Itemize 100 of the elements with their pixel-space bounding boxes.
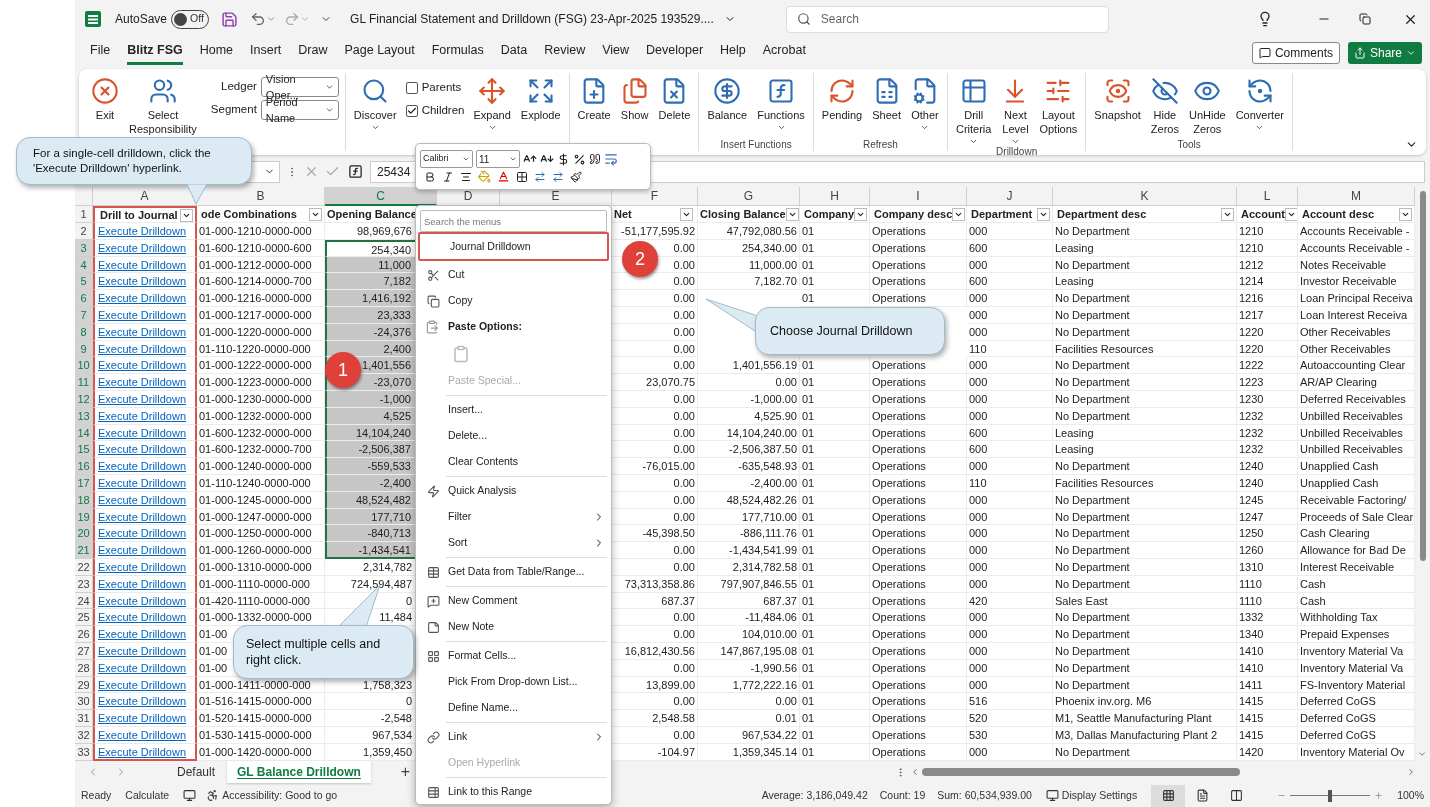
table-cell: 1232 xyxy=(1237,424,1298,442)
table-cell: 1110 xyxy=(1237,575,1298,593)
column-header: Drill to Journal xyxy=(99,208,178,222)
table-cell: 000 xyxy=(967,323,1053,341)
table-cell: 14,104,240.00 xyxy=(698,424,800,442)
table-cell: 1223 xyxy=(1237,374,1298,391)
table-cell: 600 xyxy=(967,273,1053,291)
table-cell: 000 xyxy=(967,458,1053,475)
checkbox-label: Parents xyxy=(421,80,462,95)
table-cell: 01 xyxy=(800,626,870,643)
table-cell: -1,000.00 xyxy=(698,390,800,408)
table-cell: Operations xyxy=(870,508,967,526)
row-number: 2 xyxy=(75,223,93,240)
table-cell: 600 xyxy=(967,424,1053,442)
table-cell: 110 xyxy=(967,340,1053,358)
table-cell: 000 xyxy=(967,307,1053,324)
table-cell: Operations xyxy=(870,407,967,425)
table-cell: No Department xyxy=(1053,256,1237,274)
table-cell: No Department xyxy=(1053,323,1237,341)
table-cell: Operations xyxy=(870,390,967,408)
group-label: Tools xyxy=(1176,139,1202,151)
table-cell: Operations xyxy=(870,575,967,593)
table-cell: 000 xyxy=(967,558,1053,576)
row-number: 26 xyxy=(75,626,93,643)
table-cell: 797,907,846.55 xyxy=(698,575,800,593)
table-cell: -1,990.56 xyxy=(698,659,800,677)
table-cell: 1410 xyxy=(1237,659,1298,677)
table-cell: 01 xyxy=(800,542,870,559)
table-cell: 1222 xyxy=(1237,357,1298,375)
table-cell: Leasing xyxy=(1053,273,1237,291)
table-cell: 000 xyxy=(967,390,1053,408)
table-cell: 000 xyxy=(967,357,1053,375)
table-cell: 01 xyxy=(800,575,870,593)
window-title: GL Financial Statement and Drilldown (FSG) 23-Apr-2025 193529.... xyxy=(350,11,714,28)
table-cell: Operations xyxy=(870,642,967,660)
table-cell: 01-000-1210-0000-000 xyxy=(197,223,325,240)
table-cell: 1232 xyxy=(1237,441,1298,459)
menu-heading: Paste Options: xyxy=(448,319,523,335)
table-cell: No Department xyxy=(1053,290,1237,307)
table-cell: Operations xyxy=(870,441,967,459)
table-cell: 520 xyxy=(967,710,1053,727)
table-cell: 600 xyxy=(967,239,1053,257)
table-cell: 1410 xyxy=(1237,642,1298,660)
table-cell: 000 xyxy=(967,223,1053,240)
table-cell: 01 xyxy=(800,441,870,459)
table-cell: 01 xyxy=(800,407,870,425)
callout-tooltip: For a single-cell drilldown, click the 'Execute Drilldown' hyperlink. xyxy=(16,137,252,185)
zoom-reading: 100% xyxy=(1397,787,1424,803)
table-cell: 01 xyxy=(800,558,870,576)
table-cell: 147,867,195.08 xyxy=(698,642,800,660)
table-cell: 000 xyxy=(967,609,1053,627)
table-cell: 01 xyxy=(800,525,870,543)
table-cell: Operations xyxy=(870,491,967,509)
table-cell: No Department xyxy=(1053,659,1237,677)
table-cell: 01 xyxy=(800,659,870,677)
table-cell: 1,401,556.19 xyxy=(698,357,800,375)
table-cell: 000 xyxy=(967,256,1053,274)
table-cell: Operations xyxy=(870,424,967,442)
table-cell: 1240 xyxy=(1237,458,1298,475)
table-cell: Operations xyxy=(870,659,967,677)
table-cell: 1260 xyxy=(1237,542,1298,559)
group-label: Refresh xyxy=(861,139,899,151)
table-cell: 1110 xyxy=(1237,592,1298,610)
table-cell: Operations xyxy=(870,474,967,492)
field-label: Segment xyxy=(209,102,257,118)
table-cell: No Department xyxy=(1053,357,1237,375)
table-cell: 4,525.90 xyxy=(698,407,800,425)
table-cell: Phoenix inv.org. M6 xyxy=(1053,693,1237,711)
table-cell: 000 xyxy=(967,676,1053,694)
status-text: Calculate xyxy=(125,787,170,803)
table-cell: No Department xyxy=(1053,642,1237,660)
column-header: Opening Balance xyxy=(326,206,417,222)
row-number: 1 xyxy=(75,206,93,223)
table-cell: M1, Seattle Manufacturing Plant xyxy=(1053,710,1237,727)
table-cell: Operations xyxy=(870,626,967,643)
table-cell: Operations xyxy=(870,558,967,576)
table-cell: 01 xyxy=(800,223,870,240)
table-cell: Leasing xyxy=(1053,441,1237,459)
table-cell: 01-000-1420-0000-000 xyxy=(197,743,325,761)
table-cell: Operations xyxy=(870,239,967,257)
table-cell: No Department xyxy=(1053,542,1237,559)
table-cell: 1216 xyxy=(1237,290,1298,307)
table-cell: 516 xyxy=(967,693,1053,711)
table-cell: 01 xyxy=(800,290,870,307)
table-cell: 01-000-1222-0000-000 xyxy=(197,357,325,375)
table-cell: 1411 xyxy=(1237,676,1298,694)
table-cell: -886,111.76 xyxy=(698,525,800,543)
checkbox-label: Children xyxy=(421,103,465,119)
table-cell: 0.00 xyxy=(698,374,800,391)
column-header: Closing Balance xyxy=(699,206,786,222)
table-cell: 01 xyxy=(800,743,870,761)
table-cell: 01 xyxy=(800,592,870,610)
table-cell: 1214 xyxy=(1237,273,1298,291)
table-cell: -1,434,541.99 xyxy=(698,542,800,559)
status-text: Count: 19 xyxy=(879,787,926,803)
table-cell: -635,548.93 xyxy=(698,458,800,475)
table-cell: Operations xyxy=(870,710,967,727)
table-cell: Operations xyxy=(870,458,967,475)
table-cell: 000 xyxy=(967,743,1053,761)
table-cell: Operations xyxy=(870,693,967,711)
